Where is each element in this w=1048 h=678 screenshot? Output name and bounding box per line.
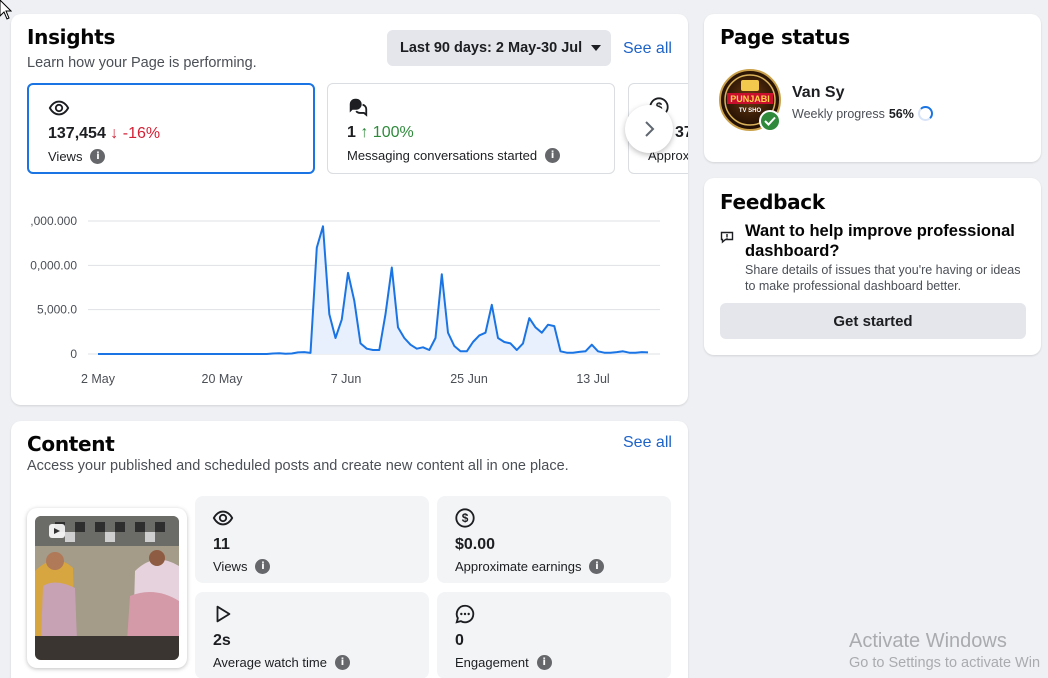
y-tick-label: 0 bbox=[70, 347, 77, 361]
avatar-logo-text: PUNJABI bbox=[730, 94, 770, 104]
feedback-description: Share details of issues that you're havi… bbox=[745, 263, 1021, 293]
activate-windows-watermark: Activate Windows Go to Settings to activ… bbox=[849, 630, 1040, 671]
info-icon[interactable]: i bbox=[255, 559, 271, 574]
weekly-progress-label: Weekly progress bbox=[792, 106, 885, 121]
dollar-circle-icon: $ bbox=[455, 508, 475, 528]
stat-label: Approximate earnings i bbox=[455, 559, 605, 574]
earnings-value: 37 bbox=[675, 124, 688, 141]
stat-views-value: 11 bbox=[213, 536, 230, 553]
stat-engagement-label: Engagement bbox=[455, 655, 529, 670]
x-tick-label: 25 Jun bbox=[450, 372, 488, 386]
metric-card-messaging[interactable]: 1 ↑ 100% Messaging conversations started… bbox=[327, 83, 615, 174]
weekly-progress: Weekly progress 56% bbox=[792, 106, 933, 121]
info-icon[interactable]: i bbox=[90, 149, 106, 164]
watermark-line1: Activate Windows bbox=[849, 630, 1007, 652]
svg-text:TV SHO: TV SHO bbox=[739, 108, 762, 114]
views-chart: 0 5,000.0 0,000.00 ,000.000 2 May 20 May 7 Jun… bbox=[30, 214, 660, 386]
stat-label: Views i bbox=[213, 559, 271, 574]
messaging-change: ↑ 100% bbox=[360, 124, 414, 141]
insights-title: Insights bbox=[27, 25, 116, 49]
messaging-value: 1 bbox=[347, 124, 356, 141]
messaging-label: Messaging conversations started bbox=[347, 148, 538, 163]
info-icon[interactable]: i bbox=[536, 655, 552, 670]
svg-text:$: $ bbox=[462, 511, 469, 525]
x-tick-label: 2 May bbox=[81, 372, 116, 386]
carousel-next-button[interactable] bbox=[625, 105, 673, 153]
post-thumbnail-image bbox=[35, 516, 179, 660]
metrics-carousel: 137,454 ↓ -16% Views i 1 ↑ 100% Messagin… bbox=[27, 83, 688, 175]
x-tick-label: 13 Jul bbox=[576, 372, 609, 386]
chevron-right-icon bbox=[645, 121, 655, 137]
info-icon[interactable]: i bbox=[589, 559, 605, 574]
metric-label: Messaging conversations started i bbox=[347, 148, 561, 163]
get-started-button[interactable]: Get started bbox=[720, 303, 1026, 339]
weekly-progress-value: 56% bbox=[888, 106, 914, 121]
post-thumbnail[interactable] bbox=[27, 508, 187, 668]
metric-value: 1 ↑ 100% bbox=[347, 124, 414, 142]
chat-bubbles-icon bbox=[349, 98, 368, 117]
progress-ring-icon bbox=[917, 106, 933, 121]
y-tick-label: 5,000.0 bbox=[37, 303, 77, 317]
views-line bbox=[98, 225, 649, 355]
insights-see-all-link[interactable]: See all bbox=[623, 40, 672, 58]
y-tick-label: 0,000.00 bbox=[30, 258, 77, 272]
stat-watch-time-label: Average watch time bbox=[213, 655, 327, 670]
verified-check-icon bbox=[759, 110, 781, 132]
stat-watch-time-value: 2s bbox=[213, 632, 231, 649]
x-tick-label: 7 Jun bbox=[331, 372, 362, 386]
x-tick-label: 20 May bbox=[202, 372, 244, 386]
metric-label: Views i bbox=[48, 149, 106, 164]
insights-card: Insights Learn how your Page is performi… bbox=[11, 14, 688, 405]
insights-subtitle: Learn how your Page is performing. bbox=[27, 55, 257, 71]
feedback-question: Want to help improve professional dashbo… bbox=[745, 222, 1015, 260]
play-icon bbox=[216, 605, 231, 623]
content-title: Content bbox=[27, 432, 115, 456]
stat-label: Average watch time i bbox=[213, 655, 350, 670]
mouse-cursor-icon bbox=[0, 0, 12, 20]
chat-bubble-icon bbox=[455, 604, 475, 624]
eye-icon bbox=[48, 100, 70, 116]
stat-earnings-value: $0.00 bbox=[455, 536, 496, 553]
feedback-card: Feedback Want to help improve profession… bbox=[704, 178, 1041, 355]
feedback-title: Feedback bbox=[720, 190, 825, 214]
views-value: 137,454 bbox=[48, 125, 106, 142]
metric-card-views[interactable]: 137,454 ↓ -16% Views i bbox=[27, 83, 315, 174]
stat-views-label: Views bbox=[213, 559, 248, 574]
eye-icon bbox=[212, 510, 234, 526]
content-subtitle: Access your published and scheduled post… bbox=[27, 458, 569, 474]
watermark-line2: Go to Settings to activate Win bbox=[849, 655, 1041, 671]
date-range-label: Last 90 days: 2 May-30 Jul bbox=[400, 40, 583, 56]
stat-earnings-label: Approximate earnings bbox=[455, 559, 582, 574]
info-icon[interactable]: i bbox=[334, 655, 350, 670]
y-tick-label: ,000.000 bbox=[30, 214, 77, 228]
metric-value: 137,454 ↓ -16% bbox=[48, 125, 160, 143]
caret-down-icon bbox=[591, 45, 602, 51]
stat-engagement[interactable]: 0 Engagement i bbox=[437, 592, 671, 678]
page-status-title: Page status bbox=[720, 25, 850, 49]
stat-views[interactable]: 11 Views i bbox=[195, 496, 429, 583]
views-label: Views bbox=[48, 149, 83, 164]
content-card: Content See all Access your published an… bbox=[11, 421, 688, 678]
stat-watch-time[interactable]: 2s Average watch time i bbox=[195, 592, 429, 678]
views-area bbox=[98, 226, 648, 354]
content-see-all-link[interactable]: See all bbox=[623, 434, 672, 452]
views-change: ↓ -16% bbox=[110, 125, 161, 142]
stat-label: Engagement i bbox=[455, 655, 552, 670]
page-status-card: Page status PUNJABI TV SHO Van Sy Weekly… bbox=[704, 14, 1041, 162]
page-name[interactable]: Van Sy bbox=[792, 84, 844, 102]
stat-earnings[interactable]: $ $0.00 Approximate earnings i bbox=[437, 496, 671, 583]
date-range-dropdown[interactable]: Last 90 days: 2 May-30 Jul bbox=[387, 30, 611, 66]
info-icon[interactable]: i bbox=[545, 148, 561, 163]
stat-engagement-value: 0 bbox=[455, 632, 464, 649]
feedback-icon bbox=[720, 231, 734, 244]
